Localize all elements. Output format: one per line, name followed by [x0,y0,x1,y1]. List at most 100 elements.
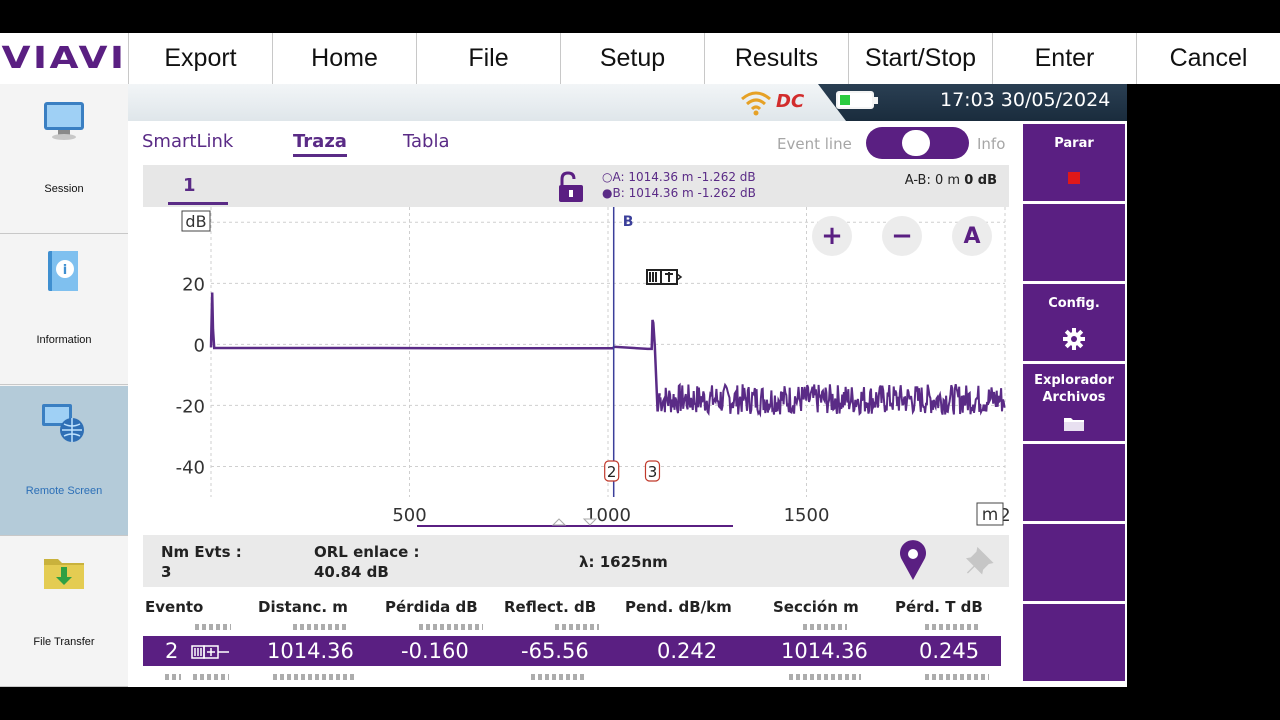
event-line-label: Event line [777,135,852,153]
viavi-otdr-screen: VIAVI Export Home File Setup Results Sta… [0,0,1280,720]
header-perd-t[interactable]: Pérd. T dB [895,598,983,616]
clock-text: 17:03 30/05/2024 [940,89,1111,111]
cursor-b-dot: ● [602,186,613,200]
zoom-out-button[interactable]: − [882,216,922,256]
clipped-row-below [165,674,181,680]
results-button[interactable]: Results [705,33,849,84]
cursor-a-readout: ○A: 1014.36 m -1.262 dB [602,170,756,184]
parar-label: Parar [1054,136,1094,151]
y-tick-label: 20 [182,274,205,295]
tab-smartlink[interactable]: SmartLink [142,131,233,152]
trace-tab-underline [168,202,228,205]
header-reflect[interactable]: Reflect. dB [504,598,596,616]
sidebar-item-label: File Transfer [33,636,95,648]
y-tick-label: 0 [194,335,205,356]
monitor-icon [44,102,84,140]
noise-floor-trace [658,382,1006,418]
sidebar-item-session[interactable]: Session [0,84,128,234]
pin-disabled-icon[interactable] [966,545,998,577]
softkey-empty-4[interactable] [1023,604,1125,681]
event-line-toggle[interactable] [866,127,969,159]
explorador-label-line2: Archivos [1042,390,1106,405]
info-book-icon: i [48,251,78,291]
left-sidebar: Session i Information Remote Screen File… [0,84,128,687]
clipped-row-below [531,674,587,680]
x-tick-label: 500 [392,505,426,526]
header-perdida[interactable]: Pérdida dB [385,598,478,616]
cell-perdida: -0.160 [401,639,469,663]
x-axis-label: m [982,505,999,525]
cell-reflect: -65.56 [521,639,589,663]
stop-icon [1068,172,1080,184]
wifi-icon [740,87,772,122]
enter-button[interactable]: Enter [993,33,1137,84]
export-button[interactable]: Export [129,33,273,84]
unlock-icon[interactable] [553,171,585,203]
zoom-window-bar [417,525,733,527]
cursor-b-readout: ●B: 1014.36 m -1.262 dB [602,186,756,200]
cursor-b-label: B [623,214,634,230]
orl-value: 40.84 dB [314,563,389,581]
auto-zoom-button[interactable]: A [952,216,992,256]
sidebar-item-information[interactable]: i Information [0,235,128,385]
explorador-archivos-button[interactable]: Explorador Archivos [1023,364,1125,441]
events-table: Evento Distanc. m Pérdida dB Reflect. dB… [143,592,1009,687]
config-label: Config. [1048,296,1100,311]
file-button[interactable]: File [417,33,561,84]
header-seccion[interactable]: Sección m [773,598,859,616]
cell-pend: 0.242 [657,639,718,663]
gear-icon [1063,328,1085,350]
x-tick-label: 1500 [784,505,830,526]
clipped-row-above [419,624,483,630]
right-softkey-panel: Parar Config. Explorador Archivos [1023,124,1127,687]
battery-icon [836,91,878,109]
svg-text:i: i [63,263,67,278]
toggle-knob [902,130,930,156]
otdr-trace-chart[interactable]: 40200-20-40dB500100015002mB23 + − A [143,207,1009,527]
config-button[interactable]: Config. [1023,284,1125,361]
cell-distancia: 1014.36 [267,639,354,663]
table-row-selected[interactable]: 2 1014.36 -0.160 -65.56 0.242 1014.36 0.… [143,636,1001,666]
home-button[interactable]: Home [273,33,417,84]
y-tick-label: -40 [176,457,205,478]
zoom-in-button[interactable]: + [812,216,852,256]
sidebar-item-file-transfer[interactable]: File Transfer [0,537,128,687]
wavelength-value: λ: 1625nm [579,553,668,571]
sidebar-item-remote-screen[interactable]: Remote Screen [0,386,128,536]
status-bar: DC 17:03 30/05/2024 [128,84,1127,121]
parar-button[interactable]: Parar [1023,124,1125,201]
sidebar-item-label: Session [44,183,84,195]
softkey-empty-1[interactable] [1023,204,1125,281]
sidebar-item-label: Information [36,334,92,346]
header-pend[interactable]: Pend. dB/km [625,598,732,616]
header-evento[interactable]: Evento [145,598,203,616]
info-label: Info [977,135,1006,153]
softkey-empty-3[interactable] [1023,524,1125,601]
trace-header: 1 ○A: 1014.36 m -1.262 dB ●B: 1014.36 m … [143,165,1009,207]
event-marker-label: 2 [607,463,617,481]
top-menu-bar: VIAVI Export Home File Setup Results Sta… [0,33,1280,84]
cancel-button[interactable]: Cancel [1137,33,1280,84]
clipped-row-above [195,624,231,630]
cell-perd-t: 0.245 [919,639,980,663]
start-stop-button[interactable]: Start/Stop [849,33,993,84]
folder-icon [1064,418,1084,431]
header-distancia[interactable]: Distanc. m [258,598,348,616]
clipped-row-above [555,624,599,630]
setup-button[interactable]: Setup [561,33,705,84]
sidebar-item-label: Remote Screen [25,485,103,497]
viavi-logo: VIAVI [0,33,129,84]
tab-traza[interactable]: Traza [293,131,347,157]
event-marker-label: 3 [648,463,658,481]
tab-tabla[interactable]: Tabla [403,131,450,152]
nm-evts-value: 3 [161,563,172,581]
cell-seccion: 1014.36 [781,639,868,663]
nm-evts-label: Nm Evts : [161,543,242,561]
clipped-row-above [803,624,847,630]
softkey-empty-2[interactable] [1023,444,1125,521]
clipped-row-below [925,674,989,680]
trace-number-tab[interactable]: 1 [183,175,196,196]
clipped-row-below [193,674,229,680]
map-pin-icon[interactable] [898,540,928,582]
dc-power-icon: DC [776,91,805,112]
